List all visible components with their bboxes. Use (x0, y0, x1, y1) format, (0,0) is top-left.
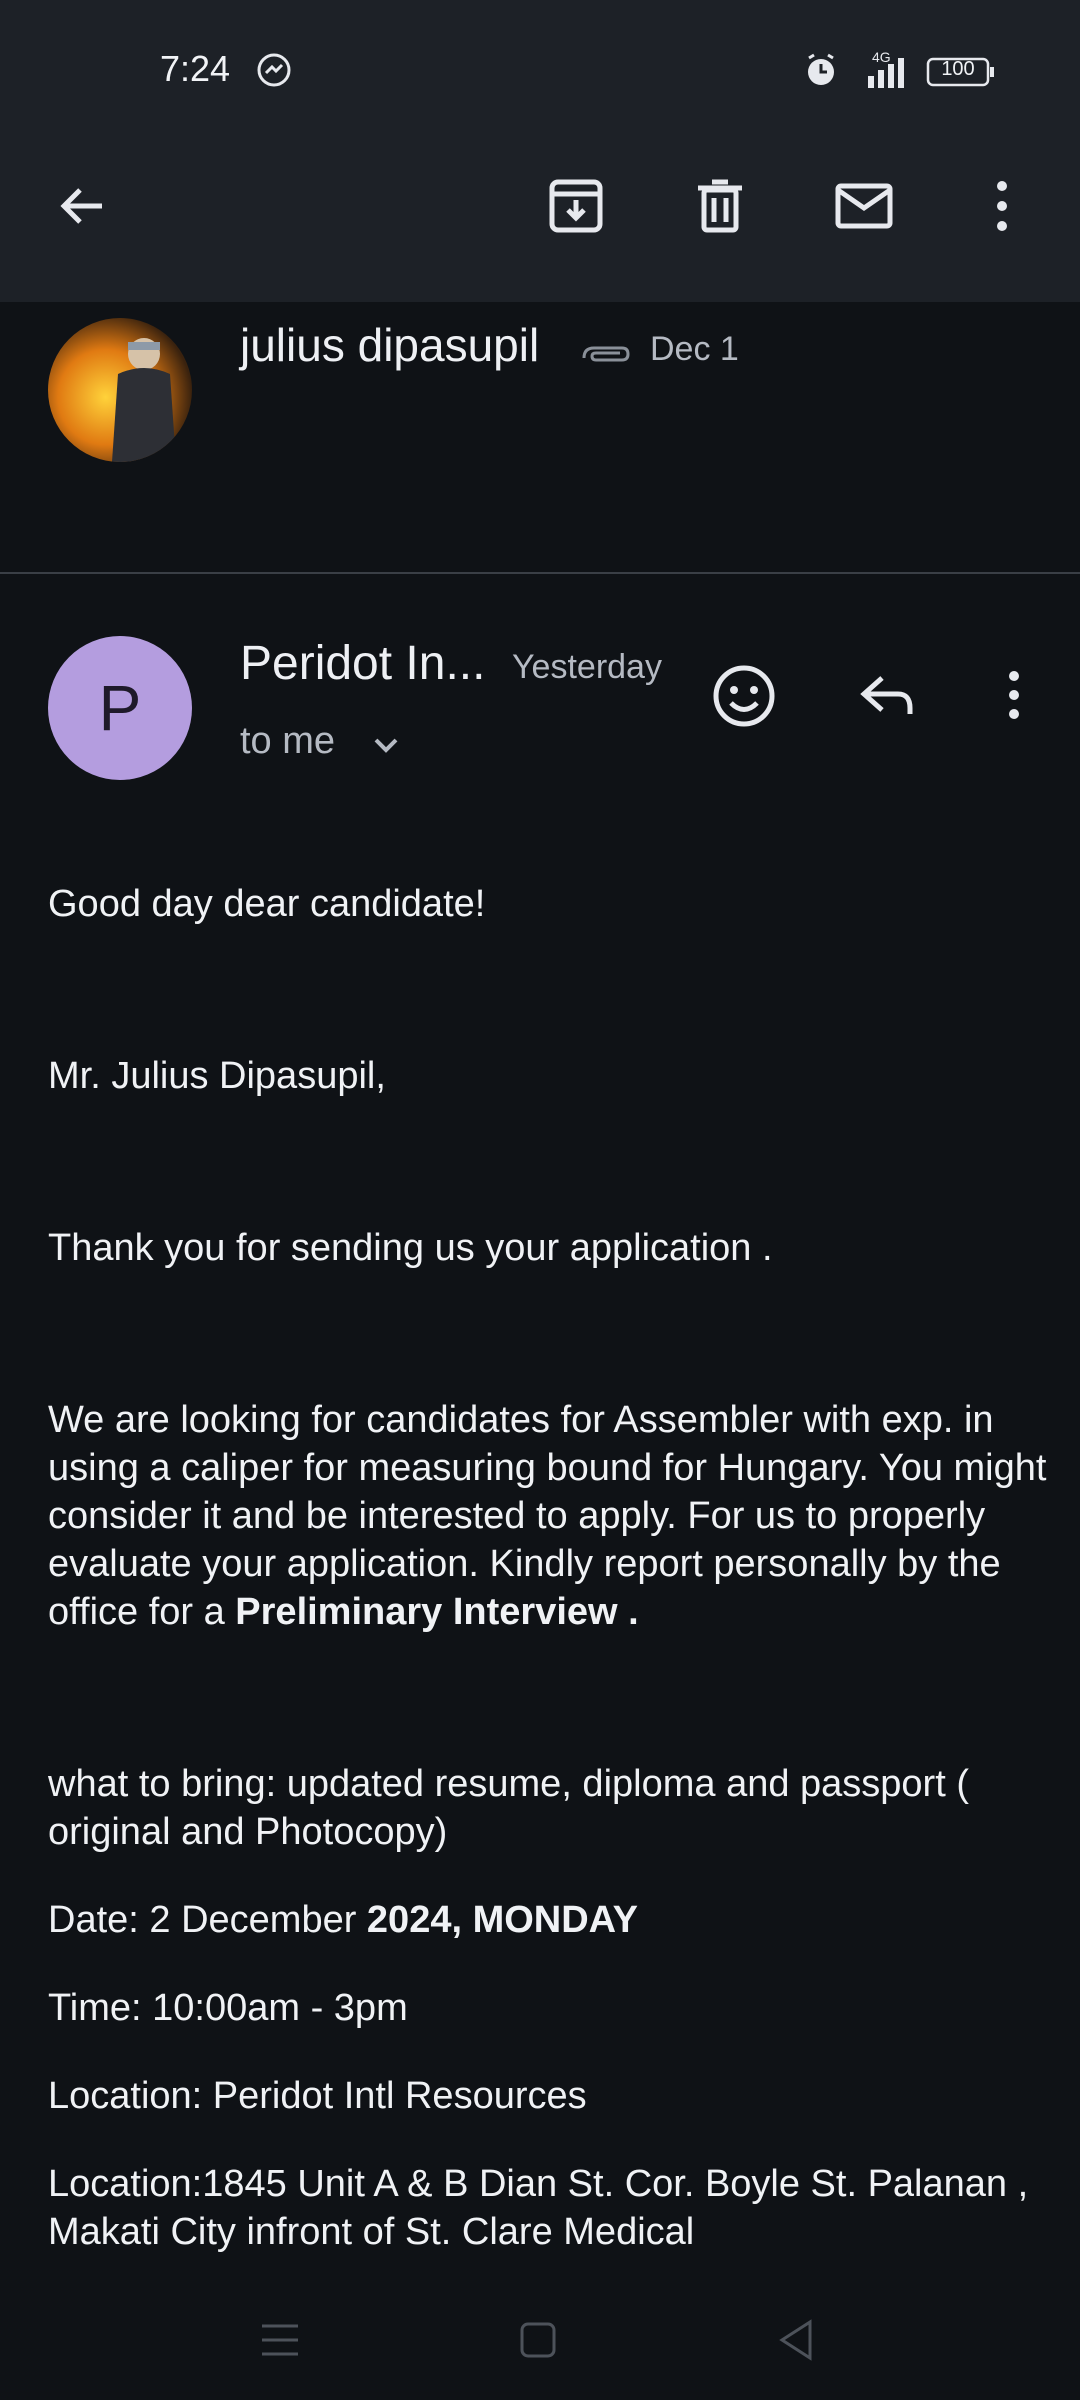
message-date: Dec 1 (650, 330, 739, 368)
messenger-icon (257, 53, 291, 87)
back-arrow-icon (60, 188, 102, 224)
more-vertical-icon (997, 181, 1007, 231)
reply-button[interactable] (848, 656, 928, 736)
what-to-bring-text: what to bring: updated resume, diploma a… (48, 1763, 969, 1853)
date-label: Date: 2 December (48, 1899, 367, 1941)
attachment-icon (582, 346, 630, 362)
home-icon[interactable] (512, 2314, 564, 2366)
back-triangle-icon[interactable] (770, 2314, 822, 2366)
more-vertical-icon (1009, 671, 1019, 719)
react-button[interactable] (704, 656, 784, 736)
delete-button[interactable] (680, 166, 760, 246)
email-body: Good day dear candidate! Mr. Julius Dipa… (48, 880, 1048, 2256)
main-paragraph-bold: Preliminary Interview . (235, 1591, 639, 1633)
avatar[interactable] (48, 318, 192, 462)
sender-name: julius dipasupil (240, 319, 540, 371)
message-more-button[interactable] (980, 656, 1040, 736)
smiley-icon (713, 665, 775, 727)
toolbar-more-button[interactable] (962, 166, 1042, 246)
mail-icon (835, 183, 893, 229)
avatar-image (48, 318, 192, 462)
greeting-text: Good day dear candidate! (48, 883, 486, 925)
signal-icon: 4G (868, 49, 904, 88)
archive-icon (549, 179, 603, 233)
chevron-down-icon[interactable] (368, 730, 404, 760)
salutation-text: Mr. Julius Dipasupil, (48, 1055, 386, 1097)
location-line-2: Location:1845 Unit A & B Dian St. Cor. B… (48, 2163, 1029, 2253)
svg-text:4G: 4G (872, 49, 891, 65)
sender-name: Peridot In... (240, 637, 486, 690)
main-paragraph: We are looking for candidates for Assemb… (48, 1396, 1048, 1636)
archive-button[interactable] (536, 166, 616, 246)
status-time: 7:24 (160, 48, 231, 89)
recipient-details[interactable]: to me (240, 720, 335, 763)
date-line: Date: 2 December 2024, MONDAY (48, 1896, 1048, 1944)
mark-unread-button[interactable] (824, 166, 904, 246)
thanks-text: Thank you for sending us your applicatio… (48, 1227, 773, 1269)
battery-level: 100 (941, 58, 975, 80)
reply-icon (860, 676, 913, 714)
alarm-icon (808, 53, 834, 85)
back-button[interactable] (42, 166, 122, 246)
menu-icon[interactable] (254, 2314, 306, 2366)
date-value: 2024, MONDAY (366, 1899, 638, 1941)
trash-icon (698, 179, 742, 233)
location-line-1: Location: Peridot Intl Resources (48, 2075, 587, 2117)
sender-avatar[interactable]: P (48, 636, 192, 780)
status-bar: 7:24 4G 100 (0, 0, 1080, 140)
message-date: Yesterday (512, 648, 662, 686)
time-line: Time: 10:00am - 3pm (48, 1987, 408, 2029)
